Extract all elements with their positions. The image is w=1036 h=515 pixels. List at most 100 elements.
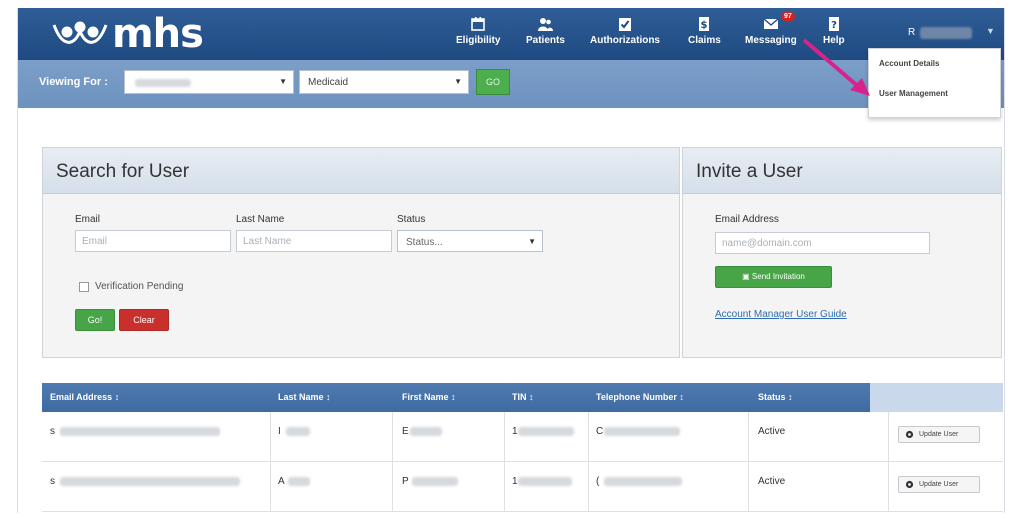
redacted-text <box>518 477 572 486</box>
table-row: s A P 1 ( Active Update User <box>42 462 1003 512</box>
nav-label: Authorizations <box>590 35 660 46</box>
caret-down-icon: ▼ <box>279 77 287 86</box>
redacted-text <box>286 427 310 436</box>
email-label: Email <box>75 214 101 225</box>
family-logo-icon <box>52 21 108 44</box>
column-divider <box>270 462 271 512</box>
column-divider <box>504 412 505 462</box>
question-doc-icon: ? <box>828 17 839 31</box>
column-divider <box>392 462 393 512</box>
column-divider <box>270 412 271 462</box>
redacted-text <box>60 427 220 436</box>
email-address-label: Email Address <box>715 214 779 225</box>
account-dropdown: Account Details User Management <box>868 48 1001 118</box>
messaging-badge: 97 <box>781 12 795 21</box>
cell-first-name: P <box>402 476 409 487</box>
update-user-label: Update User <box>919 481 959 488</box>
clear-button[interactable]: Clear <box>119 309 169 331</box>
nav-label: Messaging <box>745 35 797 46</box>
col-tin[interactable]: TIN ↕ <box>512 392 534 402</box>
caret-down-icon: ▼ <box>986 26 995 36</box>
col-status[interactable]: Status ↕ <box>758 392 793 402</box>
invite-user-panel: Invite a User Email Address name@domain.… <box>682 147 1002 358</box>
table-row: s I E 1 C Active Update User <box>42 412 1003 462</box>
go-search-button[interactable]: Go! <box>75 309 115 331</box>
redacted-text <box>410 427 442 436</box>
gear-icon <box>905 480 914 489</box>
menu-account-details[interactable]: Account Details <box>879 59 939 68</box>
users-icon <box>538 18 554 31</box>
col-last-name[interactable]: Last Name ↕ <box>278 392 331 402</box>
cell-telephone: ( <box>596 476 600 487</box>
redacted-username <box>920 27 972 39</box>
lastname-input[interactable]: Last Name <box>236 230 392 252</box>
cell-telephone: C <box>596 426 604 437</box>
update-user-label: Update User <box>919 431 959 438</box>
plan-select-value: Medicaid <box>308 77 349 88</box>
column-divider <box>588 412 589 462</box>
nav-label: Eligibility <box>456 35 501 46</box>
nav-label: Claims <box>688 35 721 46</box>
nav-claims[interactable]: $ Claims <box>688 16 721 46</box>
column-divider <box>392 412 393 462</box>
viewing-for-label: Viewing For : <box>39 76 108 88</box>
cell-last-name: I <box>278 426 281 437</box>
redacted-text <box>60 477 240 486</box>
send-invitation-label: Send Invitation <box>751 272 805 281</box>
status-select-value: Status... <box>406 237 443 248</box>
nav-patients[interactable]: Patients <box>526 16 565 46</box>
redacted-text <box>604 427 680 436</box>
nav-authorizations[interactable]: Authorizations <box>590 16 660 46</box>
redacted-text <box>604 477 682 486</box>
svg-text:$: $ <box>701 20 708 31</box>
redacted-provider <box>135 79 191 87</box>
user-initial: R <box>908 27 916 38</box>
panel-title: Invite a User <box>683 148 1001 194</box>
verification-pending-label: Verification Pending <box>95 281 184 292</box>
app-frame: mhs Eligibility Patients Authorizations … <box>17 8 1005 513</box>
update-user-button[interactable]: Update User <box>898 476 980 493</box>
mhs-logo[interactable]: mhs <box>50 14 204 54</box>
verification-pending-checkbox[interactable] <box>79 282 89 292</box>
plan-select[interactable]: Medicaid ▼ <box>299 70 469 94</box>
caret-down-icon: ▼ <box>454 77 462 86</box>
cell-status: Active <box>758 426 786 437</box>
cell-first-name: E <box>402 426 409 437</box>
status-select[interactable]: Status... ▼ <box>397 230 543 252</box>
cell-email: s <box>50 426 55 437</box>
lastname-label: Last Name <box>236 214 285 225</box>
envelope-icon <box>763 18 779 29</box>
go-button[interactable]: GO <box>476 69 510 95</box>
provider-select[interactable]: ▼ <box>124 70 294 94</box>
col-telephone[interactable]: Telephone Number ↕ <box>596 392 684 402</box>
svg-text:?: ? <box>831 20 837 31</box>
nav-messaging[interactable]: 97 Messaging <box>745 12 797 46</box>
gear-icon <box>905 430 914 439</box>
column-divider <box>888 412 889 462</box>
cell-last-name: A <box>278 476 285 487</box>
col-email[interactable]: Email Address ↕ <box>50 392 119 402</box>
caret-down-icon: ▼ <box>528 237 536 246</box>
menu-user-management[interactable]: User Management <box>879 89 948 98</box>
update-user-button[interactable]: Update User <box>898 426 980 443</box>
column-divider <box>588 462 589 512</box>
user-menu-toggle[interactable]: R ▼ <box>898 22 998 44</box>
account-manager-guide-link[interactable]: Account Manager User Guide <box>715 309 847 320</box>
column-divider <box>504 462 505 512</box>
col-first-name[interactable]: First Name ↕ <box>402 392 456 402</box>
cell-tin: 1 <box>512 476 518 487</box>
status-label: Status <box>397 214 426 225</box>
panel-title: Search for User <box>43 148 679 194</box>
send-invitation-button[interactable]: ▣ Send Invitation <box>715 266 832 288</box>
users-table-header: Email Address ↕ Last Name ↕ First Name ↕… <box>42 383 1003 412</box>
col-actions <box>870 383 1003 412</box>
cell-status: Active <box>758 476 786 487</box>
search-user-panel: Search for User Email Email Last Name La… <box>42 147 680 358</box>
redacted-text <box>518 427 574 436</box>
email-input[interactable]: Email <box>75 230 231 252</box>
cell-tin: 1 <box>512 426 518 437</box>
cell-email: s <box>50 476 55 487</box>
redacted-text <box>288 477 310 486</box>
invite-email-input[interactable]: name@domain.com <box>715 232 930 254</box>
nav-eligibility[interactable]: Eligibility <box>456 16 500 46</box>
